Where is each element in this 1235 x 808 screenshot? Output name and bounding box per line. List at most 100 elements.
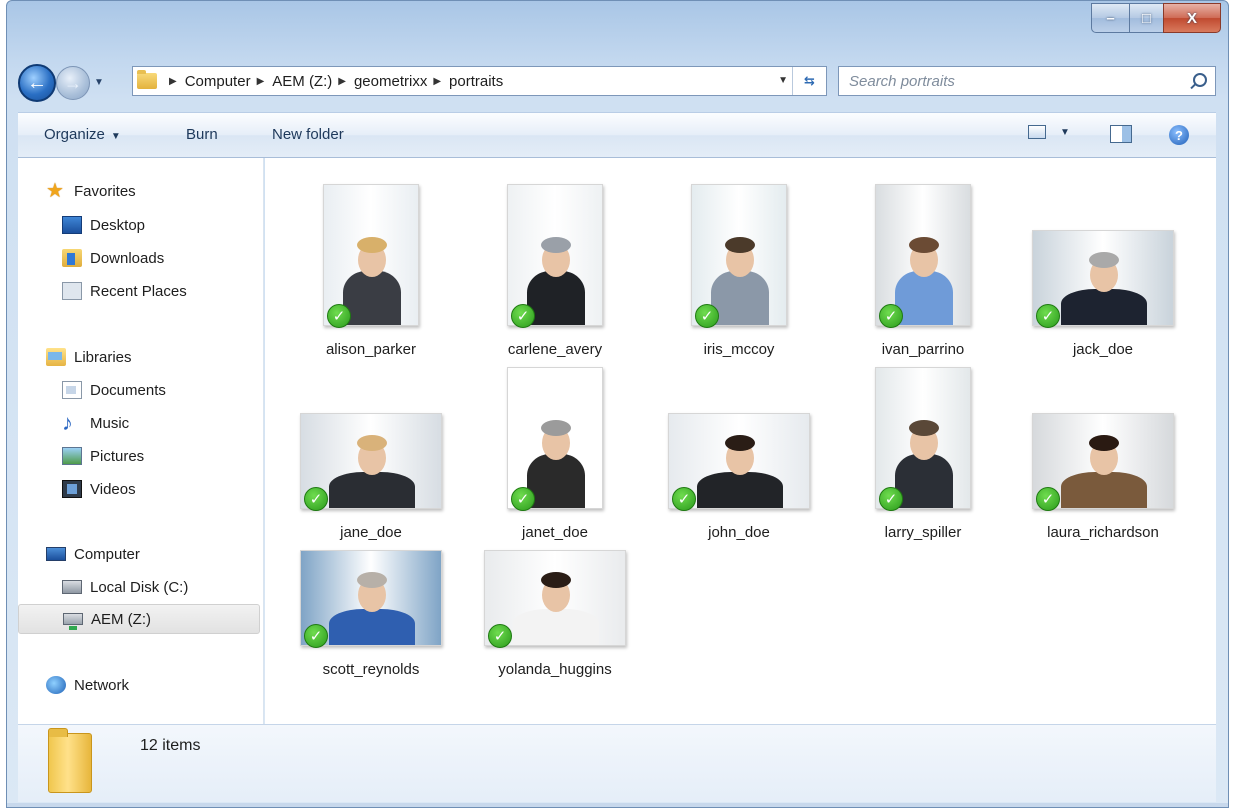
sidebar-item-label: Favorites (74, 182, 136, 200)
breadcrumb-item[interactable]: geometrixx (354, 73, 427, 90)
sidebar-item-network[interactable]: Network (18, 670, 260, 700)
burn-button[interactable]: Burn (186, 126, 218, 143)
sync-check-icon: ✓ (327, 304, 351, 328)
downloads-icon (62, 249, 82, 267)
sidebar-item-label: Computer (74, 545, 140, 563)
search-input[interactable]: Search portraits (838, 66, 1216, 96)
breadcrumb-item[interactable]: AEM (Z:) (272, 73, 332, 90)
breadcrumb-chevron-icon[interactable]: ▶ (257, 76, 265, 87)
sidebar-item-label: Network (74, 676, 130, 694)
recent-pages-dropdown[interactable]: ▼ (94, 77, 104, 88)
file-item[interactable]: ✓ alison_parker (295, 184, 447, 366)
file-name: ivan_parrino (881, 341, 965, 358)
breadcrumb-chevron-icon[interactable]: ▶ (169, 76, 177, 87)
change-view-button[interactable]: ▼ (1028, 125, 1070, 139)
breadcrumb: Computer ▶ AEM (Z:) ▶ geometrixx ▶ portraits (185, 73, 504, 90)
search-placeholder: Search portraits (849, 72, 955, 90)
sidebar-item-favorites[interactable]: ★ Favorites (18, 176, 260, 206)
sync-check-icon: ✓ (1036, 487, 1060, 511)
file-name: alison_parker (325, 341, 417, 358)
local-disk-icon (62, 580, 82, 594)
folder-icon (137, 70, 157, 89)
libraries-icon (46, 348, 66, 366)
chevron-down-icon: ▼ (1060, 126, 1070, 138)
details-pane: 12 items (18, 724, 1216, 802)
sidebar-item-desktop[interactable]: Desktop (18, 210, 260, 240)
sidebar-item-label: Libraries (74, 348, 132, 366)
breadcrumb-item[interactable]: portraits (449, 73, 503, 90)
sidebar-item-label: Pictures (90, 447, 145, 465)
file-name: carlene_avery (507, 341, 603, 358)
close-icon: X (1186, 9, 1197, 27)
organize-button[interactable]: Organize ▼ (44, 126, 121, 143)
view-icon (1028, 125, 1046, 139)
maximize-button[interactable]: □ (1129, 3, 1163, 33)
file-name: iris_mccoy (703, 341, 775, 358)
sidebar-item-label: Videos (90, 480, 136, 498)
file-item[interactable]: ✓ ivan_parrino (847, 184, 999, 366)
forward-button[interactable]: → (56, 66, 90, 100)
preview-pane-icon[interactable] (1110, 125, 1132, 143)
sidebar-item-label: Documents (90, 381, 166, 399)
close-button[interactable]: X (1163, 3, 1221, 33)
sidebar-item-pictures[interactable]: Pictures (18, 441, 260, 471)
sidebar-item-label: Downloads (90, 249, 165, 267)
sidebar-item-local-disk[interactable]: Local Disk (C:) (18, 572, 260, 602)
minimize-icon: – (1106, 9, 1115, 27)
desktop-icon (62, 216, 82, 234)
pictures-icon (62, 447, 82, 465)
sidebar-item-label: AEM (Z:) (91, 610, 151, 628)
videos-icon (62, 480, 82, 498)
sync-check-icon: ✓ (1036, 304, 1060, 328)
organize-label: Organize (44, 126, 105, 143)
search-icon[interactable] (1193, 73, 1207, 87)
minimize-button[interactable]: – (1091, 3, 1129, 33)
network-drive-icon (63, 613, 83, 630)
sidebar-item-recent-places[interactable]: Recent Places (18, 276, 260, 306)
new-folder-button[interactable]: New folder (272, 126, 344, 143)
sync-check-icon: ✓ (695, 304, 719, 328)
sync-check-icon: ✓ (672, 487, 696, 511)
sidebar-item-videos[interactable]: Videos (18, 474, 260, 504)
file-name: jack_doe (1072, 341, 1134, 358)
file-name: scott_reynolds (322, 661, 420, 678)
address-history-dropdown[interactable]: ▼ (778, 75, 788, 86)
sidebar-item-label: Local Disk (C:) (90, 578, 189, 596)
sidebar-item-label: Recent Places (90, 282, 187, 300)
refresh-button[interactable]: ⇆ (792, 67, 826, 95)
file-item[interactable]: ✓ larry_spiller (847, 367, 999, 549)
network-icon (46, 676, 66, 694)
music-icon: ♪ (62, 410, 73, 435)
sync-check-icon: ✓ (879, 487, 903, 511)
maximize-icon: □ (1141, 9, 1152, 27)
file-name: john_doe (708, 524, 770, 541)
file-item[interactable]: ✓ scott_reynolds (295, 508, 447, 686)
file-name: larry_spiller (884, 524, 962, 541)
breadcrumb-chevron-icon[interactable]: ▶ (433, 76, 441, 87)
back-button[interactable]: ← (18, 64, 56, 102)
sidebar-item-downloads[interactable]: Downloads (18, 243, 260, 273)
documents-icon (62, 381, 82, 399)
sync-check-icon: ✓ (304, 624, 328, 648)
sidebar-item-music[interactable]: ♪ Music (18, 408, 260, 438)
sync-check-icon: ✓ (488, 624, 512, 648)
sidebar-item-label: Music (90, 414, 130, 432)
breadcrumb-chevron-icon[interactable]: ▶ (338, 76, 346, 87)
file-item[interactable]: ✓ carlene_avery (479, 184, 631, 366)
sidebar-item-computer[interactable]: Computer (18, 539, 260, 569)
sync-check-icon: ✓ (879, 304, 903, 328)
breadcrumb-item[interactable]: Computer (185, 73, 251, 90)
sidebar-item-aem-drive[interactable]: AEM (Z:) (18, 604, 260, 634)
file-item[interactable]: ✓ laura_richardson (1027, 371, 1179, 549)
file-item[interactable]: ✓ john_doe (663, 371, 815, 549)
address-bar[interactable]: ▶ Computer ▶ AEM (Z:) ▶ geometrixx ▶ portraits… (132, 66, 827, 96)
sidebar-item-libraries[interactable]: Libraries (18, 342, 260, 372)
sidebar-item-documents[interactable]: Documents (18, 375, 260, 405)
file-item[interactable]: ✓ iris_mccoy (663, 184, 815, 366)
file-name: laura_richardson (1047, 524, 1159, 541)
file-item[interactable]: ✓ jack_doe (1027, 188, 1179, 366)
help-icon[interactable]: ? (1169, 125, 1189, 145)
navigation-pane: ★ Favorites Desktop Downloads Recent Plac… (18, 158, 264, 724)
file-item[interactable]: ✓ yolanda_huggins (479, 508, 631, 686)
chevron-down-icon: ▼ (110, 131, 121, 142)
